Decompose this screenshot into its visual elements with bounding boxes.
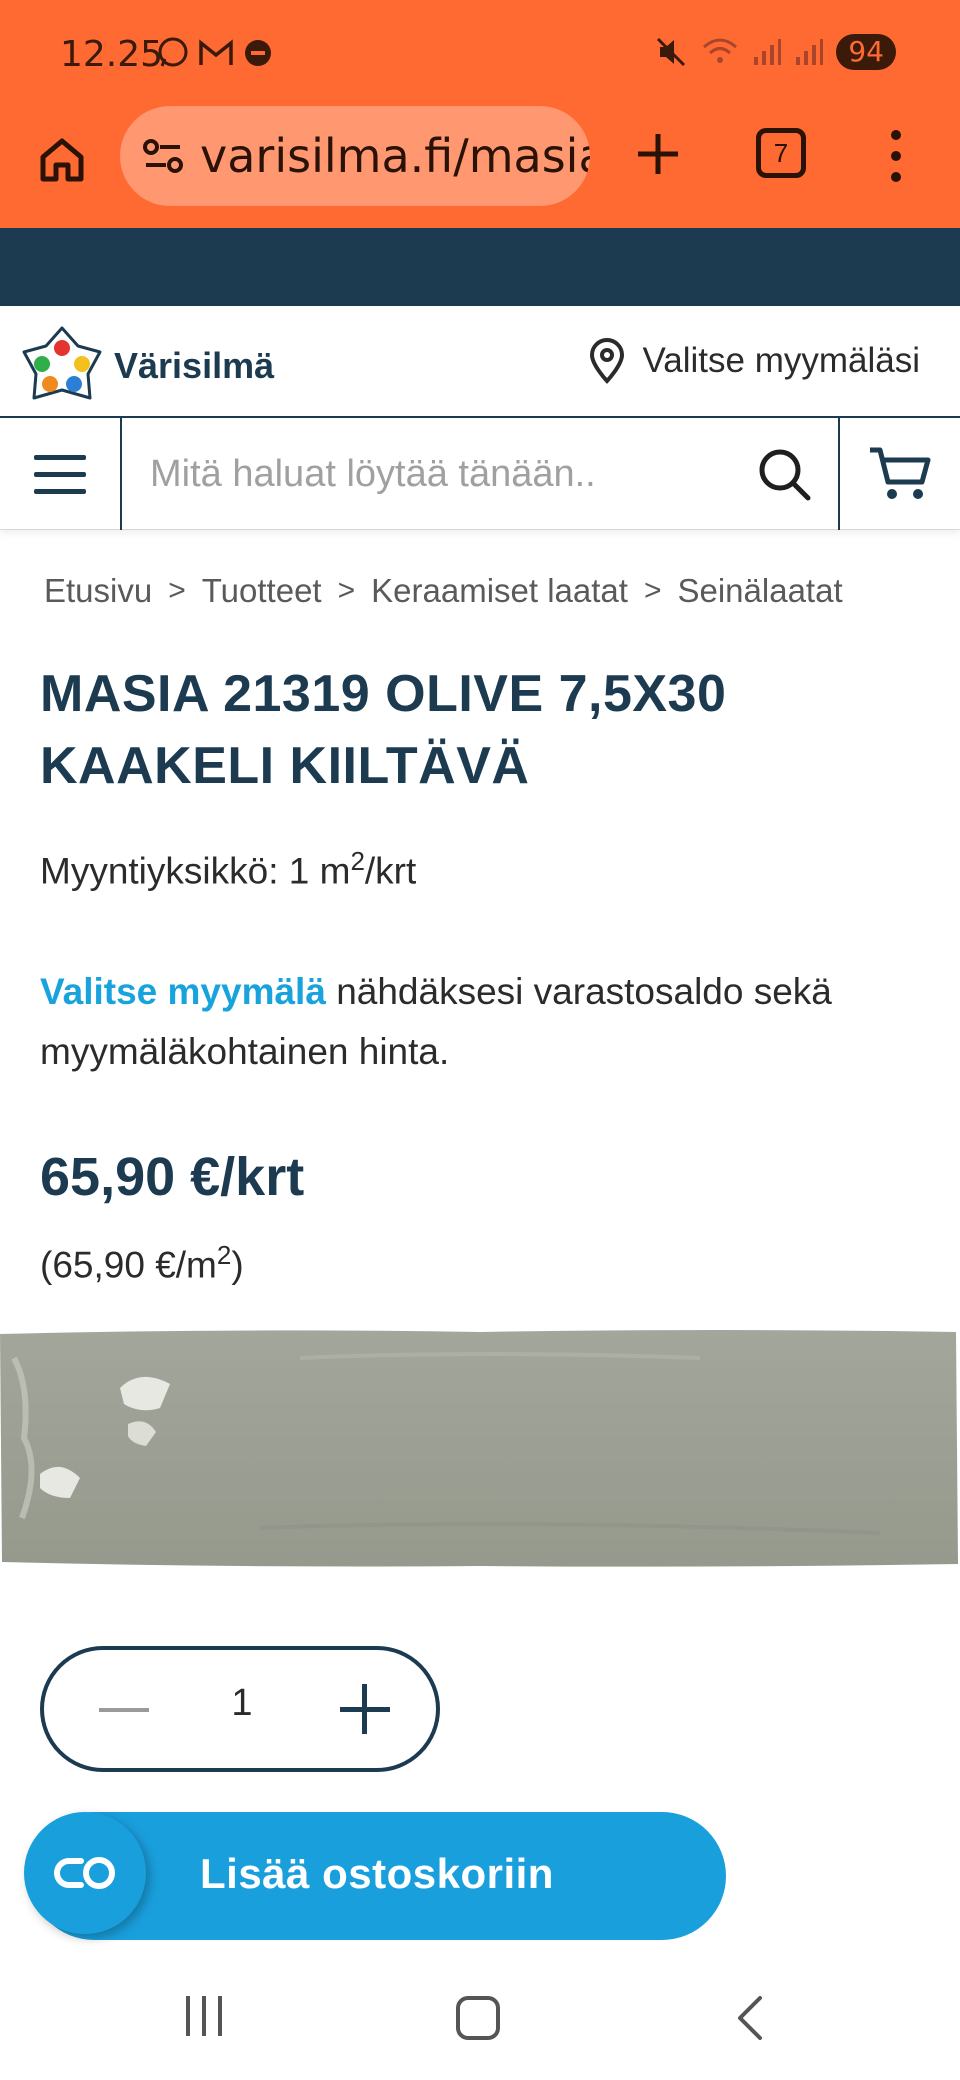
gmail-icon — [199, 39, 233, 65]
new-tab-button[interactable] — [626, 122, 690, 186]
minus-icon — [99, 1708, 149, 1712]
top-banner — [0, 228, 960, 306]
browser-menu-button[interactable] — [876, 124, 916, 188]
site-header: Värisilmä Valitse myymäläsi — [0, 306, 960, 418]
sales-unit-prefix: Myyntiyksikkö: 1 m — [40, 850, 351, 892]
decrease-quantity-button[interactable] — [94, 1688, 154, 1732]
status-time: 12.25 — [60, 34, 164, 75]
chat-widget-button[interactable] — [24, 1812, 146, 1934]
status-bar: 12.25 94 — [0, 0, 960, 100]
recents-line — [218, 1996, 222, 2036]
mute-icon — [657, 37, 686, 67]
site-logo[interactable]: Värisilmä — [20, 324, 274, 408]
add-to-cart-label: Lisää ostoskoriin — [200, 1850, 554, 1897]
battery-indicator: 94 — [836, 34, 896, 70]
quantity-value[interactable]: 1 — [204, 1682, 280, 1725]
increase-quantity-button[interactable] — [336, 1682, 392, 1738]
unit-price-suffix: ) — [231, 1244, 244, 1286]
chevron-right-icon: > — [643, 574, 662, 607]
cart-icon — [870, 447, 931, 499]
unit-price-sup: 2 — [216, 1240, 232, 1270]
hamburger-line — [34, 488, 86, 494]
menu-dot — [891, 151, 901, 161]
store-picker-label: Valitse myymäläsi — [642, 341, 920, 380]
menu-button[interactable] — [0, 418, 122, 530]
store-picker[interactable]: Valitse myymäläsi — [587, 338, 920, 384]
hamburger-line — [34, 454, 86, 460]
whatsapp-icon — [158, 37, 188, 67]
home-nav-button[interactable] — [456, 1996, 500, 2040]
search-icon — [759, 449, 811, 501]
system-nav-bar — [0, 1960, 960, 2080]
breadcrumb-item[interactable]: Etusivu — [44, 572, 152, 610]
location-pin-icon — [589, 338, 624, 384]
breadcrumb: Etusivu > Tuotteet > Keraamiset laatat >… — [44, 572, 843, 610]
address-bar[interactable]: varisilma.fi/masia — [120, 106, 590, 206]
plus-icon — [638, 134, 678, 174]
hamburger-line — [34, 471, 86, 477]
back-icon[interactable] — [730, 1996, 770, 2040]
recents-button[interactable] — [186, 1996, 222, 2036]
search-button[interactable] — [752, 442, 816, 506]
logo-text: Värisilmä — [114, 345, 275, 386]
store-note: Valitse myymälä nähdäksesi varastosaldo … — [40, 962, 940, 1082]
breadcrumb-item[interactable]: Tuotteet — [202, 572, 322, 610]
menu-dot — [891, 172, 901, 182]
tab-switcher-button[interactable]: 7 — [756, 128, 806, 178]
quantity-stepper: 1 — [40, 1646, 440, 1772]
menu-dot — [891, 130, 901, 140]
signal-icon — [754, 39, 782, 65]
chevron-right-icon: > — [168, 574, 186, 607]
product-image[interactable] — [0, 1328, 960, 1568]
url-text: varisilma.fi/masia — [200, 129, 590, 183]
wifi-icon — [703, 38, 738, 63]
browser-toolbar: varisilma.fi/masia 7 — [0, 100, 960, 228]
recents-line — [186, 1996, 190, 2036]
product-price: 65,90 €/krt — [40, 1147, 305, 1207]
home-button[interactable] — [30, 128, 94, 192]
home-icon — [40, 138, 84, 182]
sales-unit: Myyntiyksikkö: 1 m2/krt — [40, 846, 416, 892]
chevron-right-icon: > — [337, 574, 356, 607]
status-system-icons: 94 — [654, 34, 896, 70]
select-store-link[interactable]: Valitse myymälä — [40, 971, 326, 1012]
sales-unit-sup: 2 — [350, 846, 365, 876]
unit-price: (65,90 €/m2) — [40, 1240, 244, 1286]
unit-price-prefix: (65,90 €/m — [40, 1244, 217, 1286]
search-input[interactable] — [150, 444, 730, 504]
chat-icon — [54, 1857, 115, 1889]
sales-unit-suffix: /krt — [364, 850, 417, 892]
flower-logo-icon — [22, 326, 102, 400]
search-row — [0, 418, 960, 530]
record-icon — [245, 40, 271, 66]
cart-button[interactable] — [838, 418, 960, 530]
breadcrumb-item[interactable]: Seinälaatat — [677, 572, 842, 610]
breadcrumb-item[interactable]: Keraamiset laatat — [371, 572, 628, 610]
site-settings-icon[interactable] — [142, 133, 184, 179]
product-title: MASIA 21319 OLIVE 7,5X30 KAAKELI KIILTÄV… — [40, 665, 727, 795]
status-app-icons — [156, 36, 274, 70]
recents-line — [202, 1996, 206, 2036]
signal-icon — [796, 39, 824, 65]
